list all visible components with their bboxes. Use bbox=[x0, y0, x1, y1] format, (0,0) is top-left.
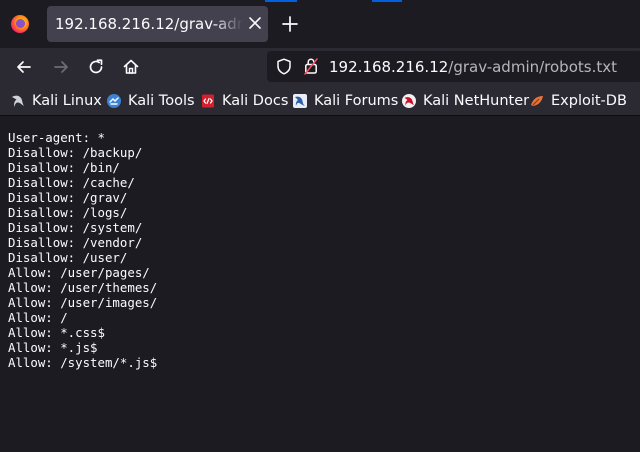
kali-dragon-icon bbox=[12, 95, 24, 107]
bookmarks-toolbar: Kali Linux Kali Tools Kali Docs Kali For… bbox=[0, 86, 640, 116]
bookmark-kali-linux[interactable]: Kali Linux bbox=[10, 92, 102, 110]
bookmark-label: Kali Tools bbox=[128, 93, 195, 109]
forward-arrow-icon[interactable] bbox=[51, 57, 71, 77]
robots-line: Disallow: /user/ bbox=[8, 250, 128, 265]
close-icon[interactable] bbox=[246, 14, 264, 32]
robots-txt-text: User-agent: * Disallow: /backup/Disallow:… bbox=[8, 130, 157, 370]
robots-line: Allow: / bbox=[8, 310, 68, 325]
kali-tools-icon bbox=[107, 94, 121, 108]
robots-line: Disallow: /logs/ bbox=[8, 205, 128, 220]
robots-line: Allow: *.css$ bbox=[8, 325, 105, 340]
bookmark-kali-nethunter[interactable]: Kali NetHunter bbox=[401, 92, 529, 110]
back-arrow-icon[interactable] bbox=[14, 57, 34, 77]
robots-line: Disallow: /bin/ bbox=[8, 160, 120, 175]
tab-title: 192.168.216.12/grav-admin/robots.txt bbox=[55, 15, 243, 33]
url-text[interactable]: 192.168.216.12/grav-admin/robots.txt bbox=[329, 58, 617, 76]
bookmark-kali-forums[interactable]: Kali Forums bbox=[292, 92, 398, 110]
tab-indicator-line bbox=[372, 0, 402, 2]
page-content: User-agent: * Disallow: /backup/Disallow:… bbox=[0, 117, 640, 452]
home-icon[interactable] bbox=[121, 57, 141, 77]
kali-docs-icon bbox=[202, 94, 214, 108]
bookmark-kali-tools[interactable]: Kali Tools bbox=[106, 92, 195, 110]
reload-icon[interactable] bbox=[86, 57, 106, 77]
bookmark-label: Exploit-DB bbox=[551, 93, 627, 109]
robots-line: Allow: *.js$ bbox=[8, 340, 98, 355]
new-tab-icon[interactable] bbox=[280, 14, 300, 34]
tab-strip: 192.168.216.12/grav-admin/robots.txt bbox=[0, 0, 640, 48]
kali-forums-icon bbox=[293, 94, 307, 108]
exploit-db-icon bbox=[531, 96, 543, 106]
robots-line: Allow: /user/themes/ bbox=[8, 280, 158, 295]
tab-indicator-line bbox=[265, 0, 297, 2]
robots-line: Allow: /system/*.js$ bbox=[8, 355, 158, 370]
robots-line: Disallow: /grav/ bbox=[8, 190, 128, 205]
url-path: /grav-admin/robots.txt bbox=[448, 58, 617, 76]
robots-line: Disallow: /system/ bbox=[8, 220, 143, 235]
robots-line: Disallow: /cache/ bbox=[8, 175, 135, 190]
firefox-logo-icon[interactable] bbox=[11, 15, 29, 33]
kali-nethunter-icon bbox=[402, 94, 416, 108]
navigation-toolbar: 192.168.216.12/grav-admin/robots.txt bbox=[0, 48, 640, 86]
robots-line: Allow: /user/pages/ bbox=[8, 265, 150, 280]
bookmark-exploit-db[interactable]: Exploit-DB bbox=[529, 92, 627, 110]
url-host: 192.168.216.12 bbox=[329, 58, 449, 76]
robots-line: Disallow: /vendor/ bbox=[8, 235, 143, 250]
lock-icon[interactable] bbox=[304, 57, 318, 75]
bookmark-label: Kali Linux bbox=[32, 93, 102, 109]
tracking-protection-shield-icon[interactable] bbox=[276, 58, 292, 75]
robots-line: User-agent: * bbox=[8, 130, 105, 145]
bookmark-label: Kali Forums bbox=[314, 93, 399, 109]
bookmark-kali-docs[interactable]: Kali Docs bbox=[200, 92, 288, 110]
tab-robots-txt[interactable]: 192.168.216.12/grav-admin/robots.txt bbox=[47, 6, 268, 42]
bookmark-label: Kali NetHunter bbox=[423, 93, 530, 109]
url-bar[interactable]: 192.168.216.12/grav-admin/robots.txt bbox=[267, 51, 640, 82]
bookmark-label: Kali Docs bbox=[222, 93, 289, 109]
robots-line: Disallow: /backup/ bbox=[8, 145, 143, 160]
robots-line: Allow: /user/images/ bbox=[8, 295, 158, 310]
